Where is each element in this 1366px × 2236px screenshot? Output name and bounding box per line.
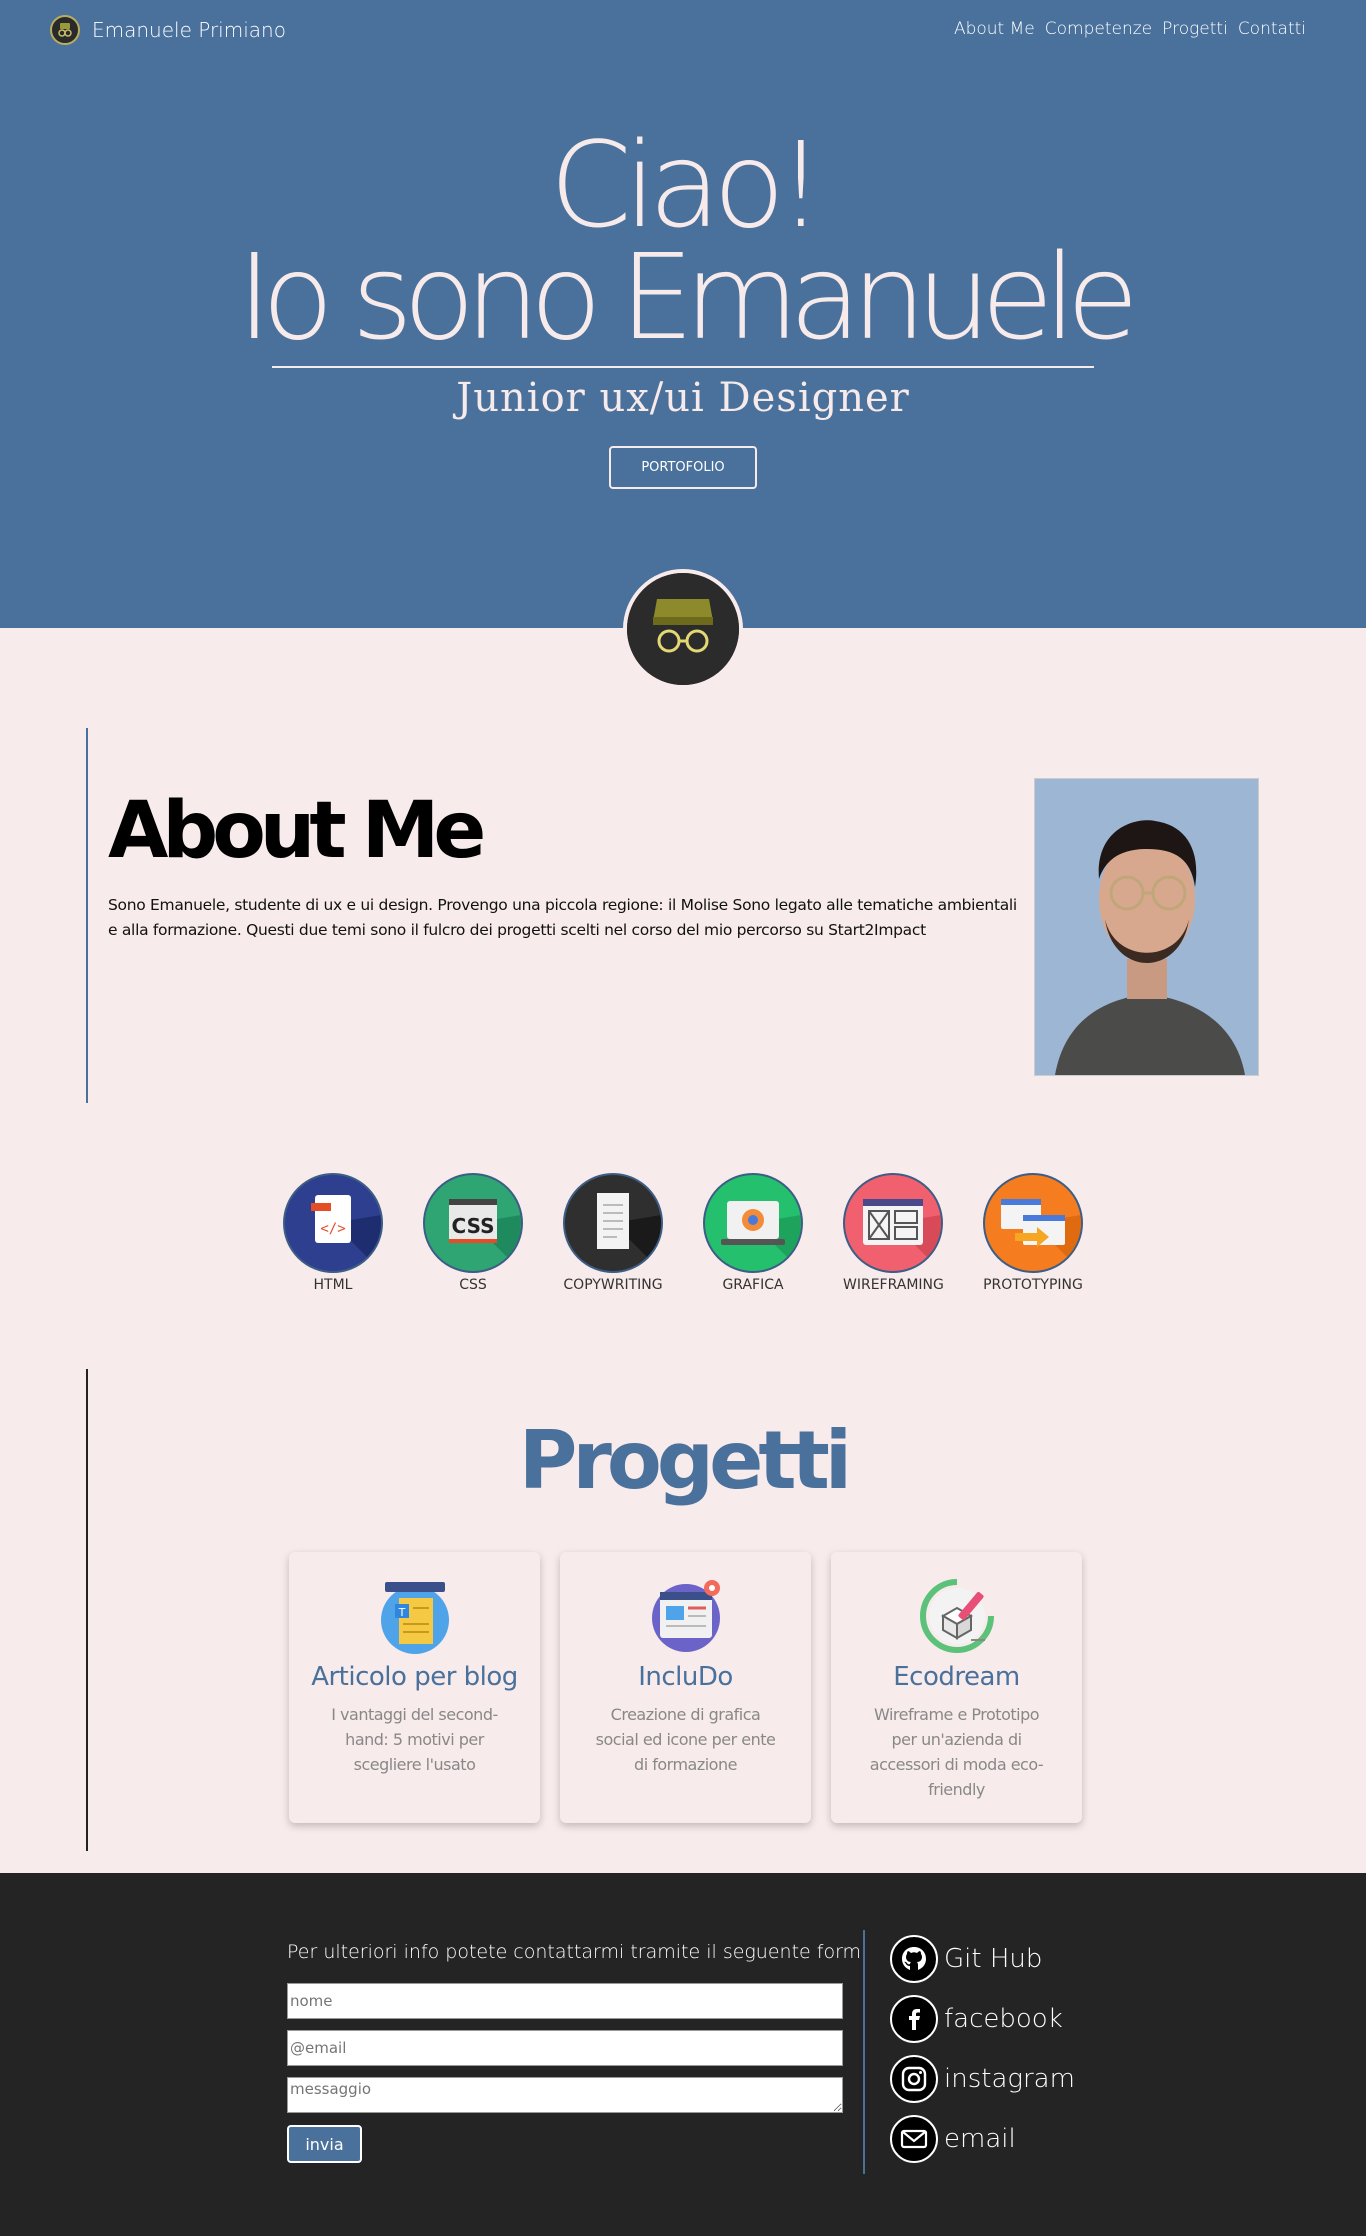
skill-label: COPYWRITING [563, 1277, 663, 1293]
skill-label: CSS [459, 1277, 487, 1293]
nav-link-competenze[interactable]: Competenze [1045, 19, 1152, 39]
skill-prototyping: PROTOTYPING [983, 1173, 1083, 1293]
skill-css: CSS CSS [423, 1173, 523, 1293]
skill-copywriting: COPYWRITING [563, 1173, 663, 1293]
skill-label: WIREFRAMING [843, 1277, 944, 1293]
profile-photo [1034, 778, 1259, 1076]
message-field[interactable] [287, 2077, 843, 2113]
facebook-icon [890, 1995, 938, 2043]
social-email[interactable]: email [890, 2115, 1016, 2163]
social-label: facebook [944, 2004, 1063, 2034]
project-cards: T Articolo per blog I vantaggi del secon… [289, 1552, 1082, 1823]
footer: Per ulteriori info potete contattarmi tr… [0, 1873, 1366, 2236]
hero-subtitle: Junior ux/ui Designer [456, 375, 910, 421]
projects-title: Progetti [518, 1414, 852, 1507]
about-text: Sono Emanuele, studente di ux e ui desig… [108, 896, 1017, 939]
social-facebook[interactable]: facebook [890, 1995, 1063, 2043]
skill-wireframing: WIREFRAMING [843, 1173, 944, 1293]
social-instagram[interactable]: instagram [890, 2055, 1075, 2103]
avatar [623, 569, 743, 689]
monitor-graphics-icon [703, 1173, 803, 1273]
svg-text:CSS: CSS [452, 1214, 495, 1238]
nav-link-contatti[interactable]: Contatti [1238, 19, 1306, 39]
instagram-icon [890, 2055, 938, 2103]
footer-divider [863, 1930, 865, 2174]
social-label: instagram [944, 2064, 1075, 2094]
skills-list: </> HTML CSS CSS COPYWRITING GRAFICA WIR… [283, 1173, 1083, 1293]
skill-html: </> HTML [283, 1173, 383, 1293]
github-icon [890, 1935, 938, 1983]
send-button[interactable]: invia [287, 2125, 362, 2163]
brand-logo-icon [50, 15, 80, 45]
nav-link-progetti[interactable]: Progetti [1162, 19, 1228, 39]
skill-grafica: GRAFICA [703, 1173, 803, 1293]
social-label: email [944, 2124, 1016, 2154]
email-icon [890, 2115, 938, 2163]
name-field[interactable] [287, 1983, 843, 2019]
document-icon [563, 1173, 663, 1273]
package-design-icon [917, 1576, 997, 1656]
hero-section: Emanuele Primiano About Me Competenze Pr… [0, 0, 1366, 628]
nav-link-about[interactable]: About Me [954, 19, 1035, 39]
prototype-icon [983, 1173, 1083, 1273]
about-accent-bar [86, 728, 88, 1103]
main-nav: About Me Competenze Progetti Contatti [954, 19, 1306, 39]
skill-label: PROTOTYPING [983, 1277, 1083, 1293]
project-title: IncluDo [638, 1662, 733, 1692]
skill-label: HTML [313, 1277, 353, 1293]
brand[interactable]: Emanuele Primiano [50, 15, 286, 45]
project-description: Wireframe e Prototipo per un'azienda di … [869, 1705, 1044, 1799]
contact-intro: Per ulteriori info potete contattarmi tr… [287, 1941, 868, 1963]
project-title: Ecodream [893, 1662, 1020, 1692]
svg-text:</>: </> [320, 1221, 345, 1237]
svg-text:T: T [397, 1606, 405, 1619]
web-page-icon [646, 1576, 726, 1656]
css-file-icon: CSS [423, 1173, 523, 1273]
project-card-includo[interactable]: IncluDo Creazione di grafica social ed i… [560, 1552, 811, 1823]
hero-name: Io sono Emanuele [236, 228, 1139, 366]
hero-divider [272, 366, 1094, 368]
project-card-ecodream[interactable]: Ecodream Wireframe e Prototipo per un'az… [831, 1552, 1082, 1823]
html-file-icon: </> [283, 1173, 383, 1273]
portfolio-button[interactable]: PORTOFOLIO [609, 446, 757, 489]
blog-article-icon: T [375, 1576, 455, 1656]
skill-label: GRAFICA [722, 1277, 784, 1293]
project-card-blog[interactable]: T Articolo per blog I vantaggi del secon… [289, 1552, 540, 1823]
project-description: I vantaggi del second-hand: 5 motivi per… [331, 1705, 498, 1774]
brand-name: Emanuele Primiano [92, 18, 286, 42]
wireframe-icon [843, 1173, 943, 1273]
social-github[interactable]: Git Hub [890, 1935, 1042, 1983]
project-description: Creazione di grafica social ed icone per… [595, 1705, 776, 1774]
project-title: Articolo per blog [311, 1662, 518, 1692]
social-label: Git Hub [944, 1944, 1043, 1974]
about-title: About Me [108, 786, 486, 876]
email-field[interactable] [287, 2030, 843, 2066]
